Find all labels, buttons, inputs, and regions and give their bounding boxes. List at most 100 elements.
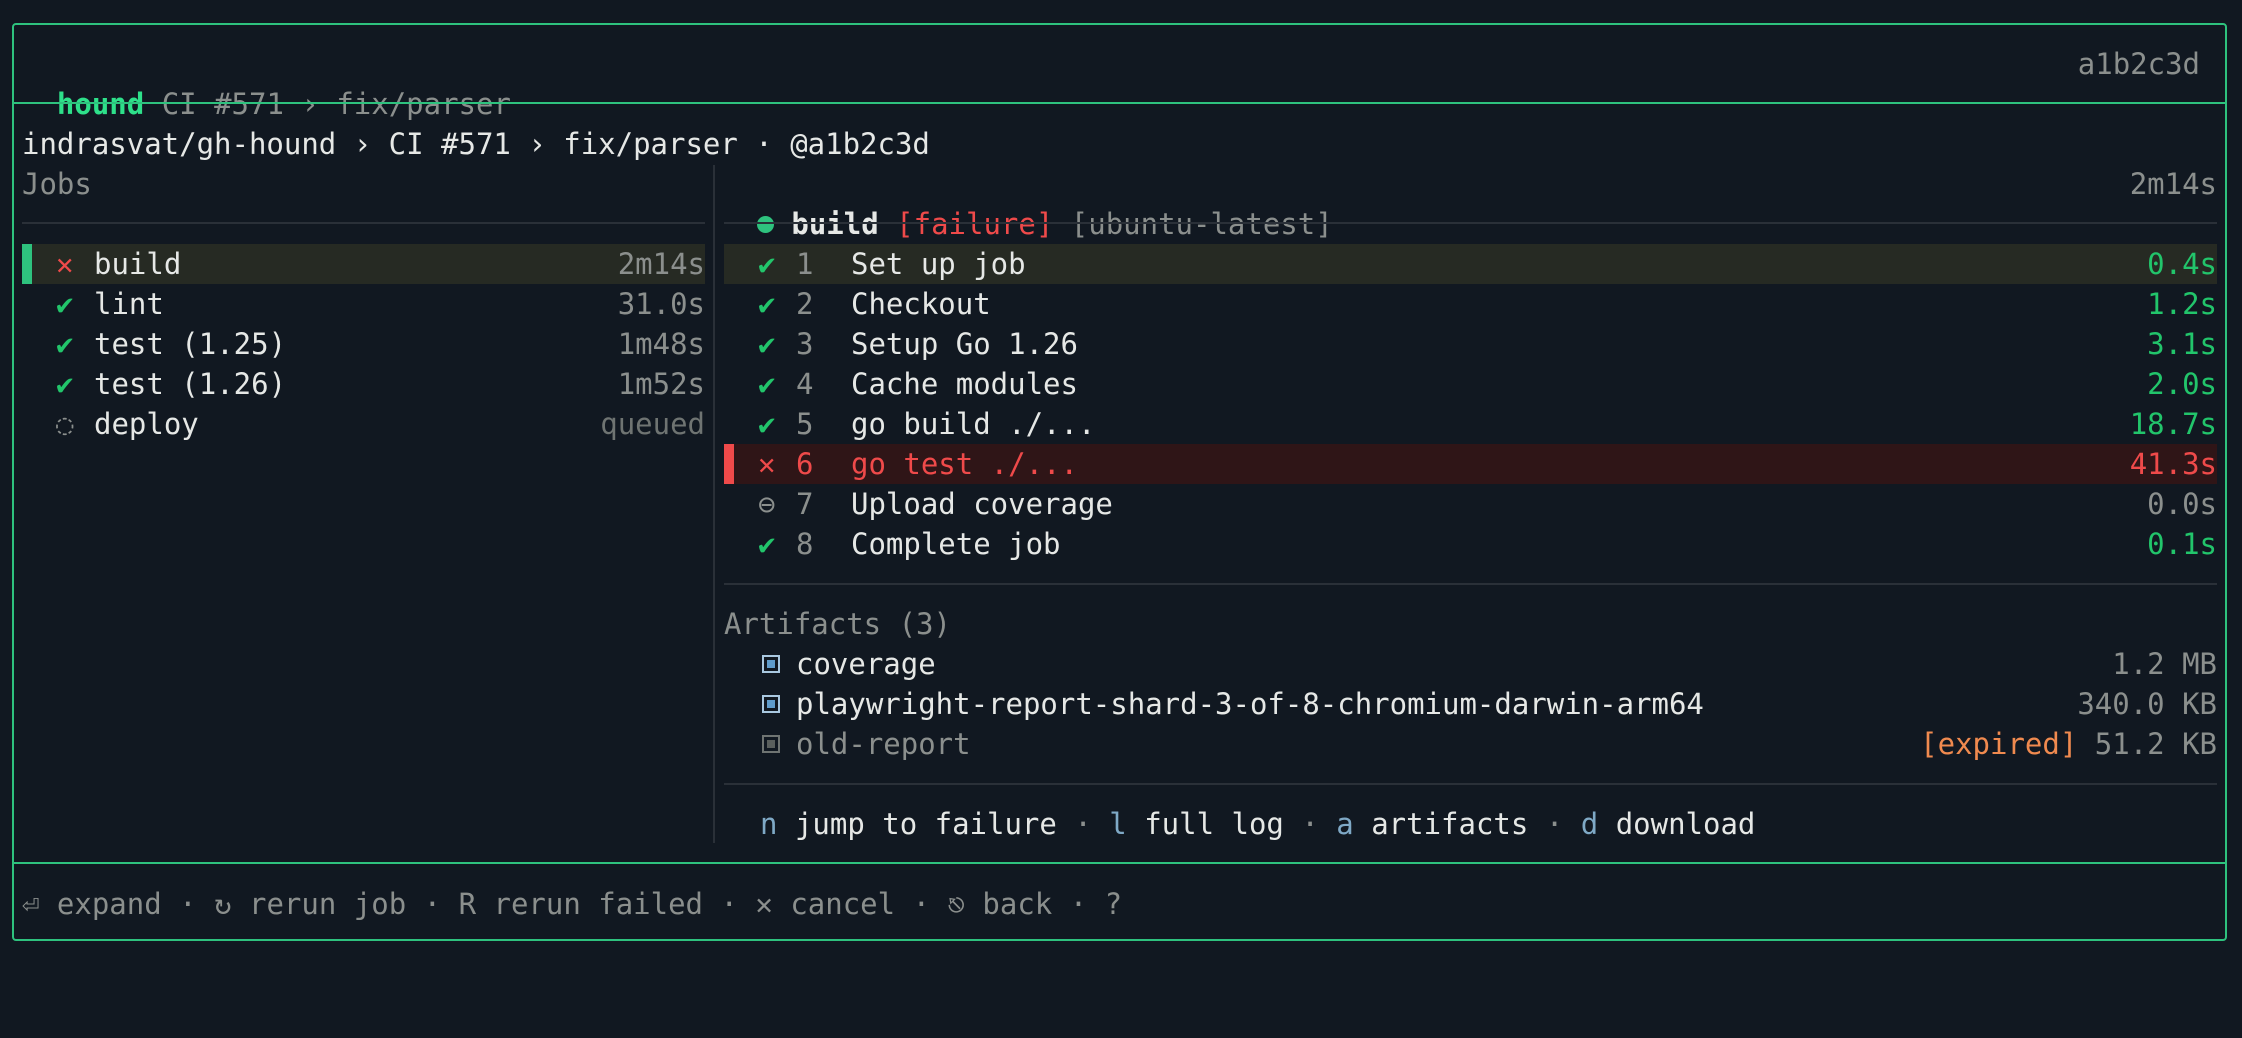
step-number: 8 xyxy=(796,527,814,561)
step-number: 2 xyxy=(796,287,814,321)
hint-separator: · xyxy=(1074,807,1092,841)
steps-divider xyxy=(724,583,2217,585)
footer-action[interactable]: ? xyxy=(1105,887,1122,921)
title-bar: hound CI #571 › fix/parser xyxy=(22,44,2212,121)
hint-full-log[interactable]: l full log xyxy=(1109,807,1284,841)
hint-download[interactable]: d download xyxy=(1581,807,1756,841)
check-icon: ✔ xyxy=(758,247,776,281)
footer-keybar: ⏎ expand · ↻ rerun job · R rerun failed … xyxy=(22,884,1122,924)
step-name: Cache modules xyxy=(851,367,1078,401)
step-number: 5 xyxy=(796,407,814,441)
check-icon: ✔ xyxy=(758,287,776,321)
status-dot-icon xyxy=(756,215,774,233)
step-row-5[interactable]: ✔ 5 go build ./... 18.7s xyxy=(724,404,2217,444)
branch-label: fix/parser xyxy=(336,87,511,121)
job-item-lint[interactable]: ✔ lint 31.0s xyxy=(22,284,705,324)
job-duration: 31.0s xyxy=(617,287,705,321)
step-name: Set up job xyxy=(851,247,1026,281)
footer-action[interactable]: ✕ cancel xyxy=(755,887,895,921)
step-row-2[interactable]: ✔ 2 Checkout 1.2s xyxy=(724,284,2217,324)
hint-label: jump to failure xyxy=(794,807,1057,841)
hint-label: download xyxy=(1615,807,1756,841)
footer-action[interactable]: ⎋ back xyxy=(948,887,1053,921)
job-name: lint xyxy=(94,287,164,321)
skipped-icon: ⊖ xyxy=(758,487,776,521)
step-row-1[interactable]: ✔ 1 Set up job 0.4s xyxy=(724,244,2217,284)
step-duration: 0.1s xyxy=(2147,527,2217,561)
artifact-item[interactable]: coverage 1.2 MB xyxy=(724,644,2217,684)
x-icon: ✕ xyxy=(56,247,74,281)
breadcrumb-separator: › xyxy=(301,87,319,121)
hint-separator: · xyxy=(1545,807,1564,841)
hint-key: d xyxy=(1580,807,1599,841)
job-item-build[interactable]: ✕ build 2m14s xyxy=(22,244,705,284)
check-icon: ✔ xyxy=(56,327,74,361)
step-duration: 0.4s xyxy=(2147,247,2217,281)
step-duration: 2.0s xyxy=(2147,367,2217,401)
step-number: 4 xyxy=(796,367,814,401)
job-name: test (1.26) xyxy=(94,367,287,401)
check-icon: ✔ xyxy=(758,327,776,361)
artifact-name: old-report xyxy=(796,727,971,761)
artifact-meta: [expired] 51.2 KB xyxy=(1920,724,2217,764)
job-item-test-1-25[interactable]: ✔ test (1.25) 1m48s xyxy=(22,324,705,364)
artifacts-header: Artifacts (3) xyxy=(724,607,951,641)
artifact-icon xyxy=(762,655,780,673)
step-number: 3 xyxy=(796,327,814,361)
hint-separator: · xyxy=(1301,807,1319,841)
step-row-7[interactable]: ⊖ 7 Upload coverage 0.0s xyxy=(724,484,2217,524)
check-icon: ✔ xyxy=(56,367,74,401)
x-icon: ✕ xyxy=(758,447,776,481)
expired-badge: [expired] xyxy=(1920,727,2078,761)
step-name: Upload coverage xyxy=(851,487,1113,521)
job-status-tag: [failure] xyxy=(896,207,1054,241)
footer-action[interactable]: R rerun failed xyxy=(459,887,703,921)
check-icon: ✔ xyxy=(758,527,776,561)
artifact-name: playwright-report-shard-3-of-8-chromium-… xyxy=(796,687,1704,721)
artifact-size: 340.0 KB xyxy=(2077,687,2217,721)
artifact-meta: 1.2 MB xyxy=(2112,644,2217,684)
run-label: CI #571 xyxy=(161,87,284,121)
app-name: hound xyxy=(56,87,145,121)
footer-action[interactable]: ↻ rerun job xyxy=(214,887,406,921)
check-icon: ✔ xyxy=(758,407,776,441)
queued-icon: ◌ xyxy=(56,407,74,441)
footer-separator: · xyxy=(423,887,442,921)
jobs-header-divider xyxy=(22,222,705,224)
step-name: go test ./... xyxy=(851,447,1078,481)
job-item-deploy[interactable]: ◌ deploy queued xyxy=(22,404,705,444)
step-number: 7 xyxy=(796,487,814,521)
step-duration: 1.2s xyxy=(2147,287,2217,321)
job-name: test (1.25) xyxy=(94,327,287,361)
step-row-3[interactable]: ✔ 3 Setup Go 1.26 3.1s xyxy=(724,324,2217,364)
check-icon: ✔ xyxy=(56,287,74,321)
hint-key: l xyxy=(1109,807,1127,841)
hint-jump-to-failure[interactable]: n jump to failure xyxy=(760,807,1057,841)
step-row-6[interactable]: ✕ 6 go test ./... 41.3s xyxy=(724,444,2217,484)
step-name: go build ./... xyxy=(851,407,1096,441)
step-name: Complete job xyxy=(851,527,1061,561)
artifact-item[interactable]: old-report [expired] 51.2 KB xyxy=(724,724,2217,764)
step-name: Setup Go 1.26 xyxy=(851,327,1078,361)
step-row-8[interactable]: ✔ 8 Complete job 0.1s xyxy=(724,524,2217,564)
job-duration: queued xyxy=(600,407,705,441)
step-duration: 0.0s xyxy=(2147,487,2217,521)
step-number: 1 xyxy=(796,247,814,281)
artifact-size: 51.2 KB xyxy=(2094,727,2217,761)
artifact-size: 1.2 MB xyxy=(2112,647,2217,681)
artifact-icon xyxy=(762,735,780,753)
footer-divider xyxy=(12,862,2227,864)
commit-sha[interactable]: a1b2c3d xyxy=(1900,44,2200,84)
breadcrumb: indrasvat/gh-hound › CI #571 › fix/parse… xyxy=(22,127,930,161)
hint-key: n xyxy=(760,807,778,841)
step-row-4[interactable]: ✔ 4 Cache modules 2.0s xyxy=(724,364,2217,404)
job-detail-duration: 2m14s xyxy=(2129,167,2217,201)
step-number: 6 xyxy=(796,447,814,481)
job-duration: 2m14s xyxy=(617,247,705,281)
footer-action[interactable]: ⏎ expand xyxy=(22,887,162,921)
artifact-item[interactable]: playwright-report-shard-3-of-8-chromium-… xyxy=(724,684,2217,724)
hint-artifacts[interactable]: a artifacts xyxy=(1336,807,1528,841)
job-item-test-1-26[interactable]: ✔ test (1.26) 1m52s xyxy=(22,364,705,404)
hint-key: a xyxy=(1336,807,1354,841)
panel-divider xyxy=(713,165,715,843)
